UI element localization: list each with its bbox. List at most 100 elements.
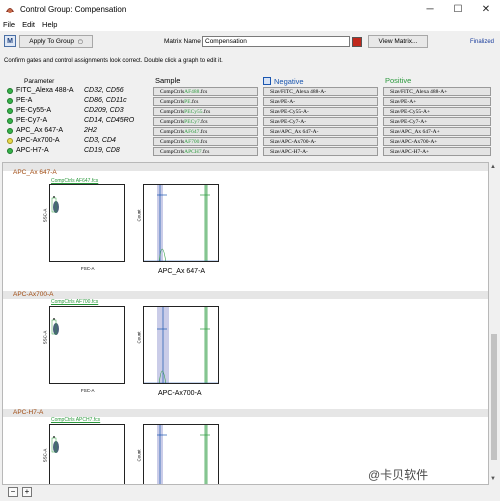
positive-cell[interactable]: Size/PE-Cy7-A+: [383, 117, 491, 126]
negative-header: Negative: [274, 77, 304, 86]
status-finalized: Finalized: [470, 39, 495, 45]
parameter-row: PE-Cy7-A CD14, CD45RO CompCtrls PECy7 .fcs S…: [0, 117, 500, 127]
positive-cell[interactable]: Size/APC-H7-A+: [383, 147, 491, 156]
positive-cell[interactable]: Size/PE-A+: [383, 97, 491, 106]
matrix-icon-button[interactable]: M: [4, 35, 16, 47]
matrix-name-label: Matrix Name: [164, 38, 201, 45]
sample-suffix: .fcs: [199, 128, 208, 135]
dropdown-arrow-icon: ▢: [77, 38, 83, 45]
sample-highlight: PECy7: [184, 118, 200, 125]
scatter-plot[interactable]: [49, 306, 125, 384]
sample-cell[interactable]: CompCtrls APCH7 .fcs: [153, 147, 258, 156]
scatter-ylabel: SSC-A: [42, 448, 48, 463]
fcs-file-link[interactable]: CompCtrls AF700.fcs: [51, 299, 98, 305]
scatter-points: [51, 196, 59, 213]
plot-section: APC-Ax700-A CompCtrls AF700.fcs SSC-A FSC-A…: [3, 285, 488, 405]
negative-cell[interactable]: Size/APC-Ax700-A-: [263, 137, 378, 146]
histogram-plot[interactable]: [143, 306, 219, 384]
menu-edit[interactable]: Edit: [22, 20, 35, 29]
histogram-drawing: [157, 425, 210, 484]
toolbar: M Apply To Group ▢ Matrix Name Compensat…: [0, 31, 500, 53]
histogram-plot[interactable]: [143, 184, 219, 262]
status-dot-icon: [7, 128, 13, 134]
zoom-in-icon[interactable]: +: [22, 487, 32, 497]
sample-suffix: .fcs: [199, 118, 208, 125]
parameter-name: APC_Ax 647-A: [16, 127, 64, 134]
negative-cell[interactable]: Size/FITC_Alexa 488-A-: [263, 87, 378, 96]
menu-file[interactable]: File: [3, 20, 15, 29]
sample-cell[interactable]: CompCtrls PECy55 .fcs: [153, 107, 258, 116]
sample-highlight: AF647: [184, 128, 200, 135]
sample-suffix: .fcs: [199, 138, 208, 145]
negative-cell[interactable]: Size/PE-A-: [263, 97, 378, 106]
histogram-plot[interactable]: [143, 424, 219, 484]
negative-cell[interactable]: Size/PE-Cy7-A-: [263, 117, 378, 126]
section-title: APC_Ax 647-A: [13, 169, 57, 176]
sample-cell[interactable]: CompCtrls PECy7 .fcs: [153, 117, 258, 126]
sample-highlight: AF700: [184, 138, 200, 145]
scroll-down-icon[interactable]: ▼: [490, 476, 496, 482]
negative-cell[interactable]: Size/APC_Ax 647-A-: [263, 127, 378, 136]
parameter-marker: CD32, CD56: [84, 87, 124, 94]
positive-cell[interactable]: Size/FITC_Alexa 488-A+: [383, 87, 491, 96]
sample-highlight: AF488: [184, 88, 200, 95]
sample-cell[interactable]: CompCtrls AF647 .fcs: [153, 127, 258, 136]
parameter-marker: CD209, CD3: [84, 107, 124, 114]
sample-prefix: CompCtrls: [160, 98, 185, 105]
parameter-row: PE-Cy55-A CD209, CD3 CompCtrls PECy55 .fcs S…: [0, 107, 500, 117]
sample-prefix: CompCtrls: [160, 128, 185, 135]
negative-cell[interactable]: Size/PE-Cy55-A-: [263, 107, 378, 116]
bottom-bar: − +: [0, 485, 500, 501]
sample-suffix: .fcs: [199, 88, 208, 95]
plot-section: APC_Ax 647-A CompCtrls AF647.fcs SSC-A FSC-…: [3, 163, 488, 283]
matrix-color-swatch[interactable]: [352, 37, 362, 47]
parameter-name: APC-H7-A: [16, 147, 49, 154]
parameter-name: PE-A: [16, 97, 33, 104]
parameter-row: FITC_Alexa 488-A CD32, CD56 CompCtrls AF48…: [0, 87, 500, 97]
section-title: APC-Ax700-A: [13, 291, 54, 298]
sample-prefix: CompCtrls: [160, 88, 185, 95]
positive-cell[interactable]: Size/PE-Cy55-A+: [383, 107, 491, 116]
parameter-row: APC-Ax700-A CD3, CD4 CompCtrls AF700 .fcs Si…: [0, 137, 500, 147]
positive-cell[interactable]: Size/APC_Ax 647-A+: [383, 127, 491, 136]
parameter-grid: Parameter Sample Negative Positive FITC_…: [0, 66, 500, 162]
parameter-row: PE-A CD86, CD11c CompCtrls PE .fcs Size/PE-A…: [0, 97, 500, 107]
parameter-row: APC-H7-A CD19, CD8 CompCtrls APCH7 .fcs Size…: [0, 147, 500, 157]
close-button[interactable]: ✕: [472, 0, 500, 18]
scatter-xlabel: FSC-A: [81, 266, 95, 271]
scrollbar-thumb[interactable]: [491, 334, 497, 460]
positive-cell[interactable]: Size/APC-Ax700-A+: [383, 137, 491, 146]
maximize-button[interactable]: ☐: [444, 0, 472, 18]
watermark: @卡贝软件: [368, 468, 429, 482]
sample-cell[interactable]: CompCtrls AF488 .fcs: [153, 87, 258, 96]
sample-cell[interactable]: CompCtrls AF700 .fcs: [153, 137, 258, 146]
parameter-marker: CD19, CD8: [84, 147, 120, 154]
scatter-points: [51, 436, 59, 453]
sample-cell[interactable]: CompCtrls PE .fcs: [153, 97, 258, 106]
fcs-file-link[interactable]: CompCtrls APCH7.fcs: [51, 417, 100, 423]
status-dot-icon: [7, 88, 13, 94]
scatter-plot[interactable]: [49, 424, 125, 484]
status-dot-icon: [7, 148, 13, 154]
vertical-scrollbar[interactable]: ▲ ▼: [489, 162, 499, 485]
view-matrix-button[interactable]: View Matrix...: [368, 35, 428, 48]
matrix-name-input[interactable]: Compensation: [202, 36, 350, 47]
histogram-xlabel: APC-Ax700-A: [158, 390, 202, 397]
instruction-text: Confirm gates and control assignments lo…: [4, 58, 223, 64]
sample-header: Sample: [155, 76, 181, 85]
negative-cell[interactable]: Size/APC-H7-A-: [263, 147, 378, 156]
scroll-up-icon[interactable]: ▲: [490, 164, 496, 170]
histogram-ylabel: Count: [136, 449, 142, 462]
section-band: [3, 291, 488, 299]
scatter-plot[interactable]: [49, 184, 125, 262]
zoom-out-icon[interactable]: −: [8, 487, 18, 497]
parameter-name: FITC_Alexa 488-A: [16, 87, 74, 94]
apply-to-group-button[interactable]: Apply To Group ▢: [19, 35, 93, 48]
menu-help[interactable]: Help: [42, 20, 57, 29]
sample-prefix: CompCtrls: [160, 118, 185, 125]
parameter-marker: 2H2: [84, 127, 97, 134]
positive-header: Positive: [385, 76, 412, 85]
minimize-button[interactable]: ─: [416, 0, 444, 18]
parameter-row: APC_Ax 647-A 2H2 CompCtrls AF647 .fcs Size/A…: [0, 127, 500, 137]
sample-highlight: PECy55: [184, 108, 203, 115]
